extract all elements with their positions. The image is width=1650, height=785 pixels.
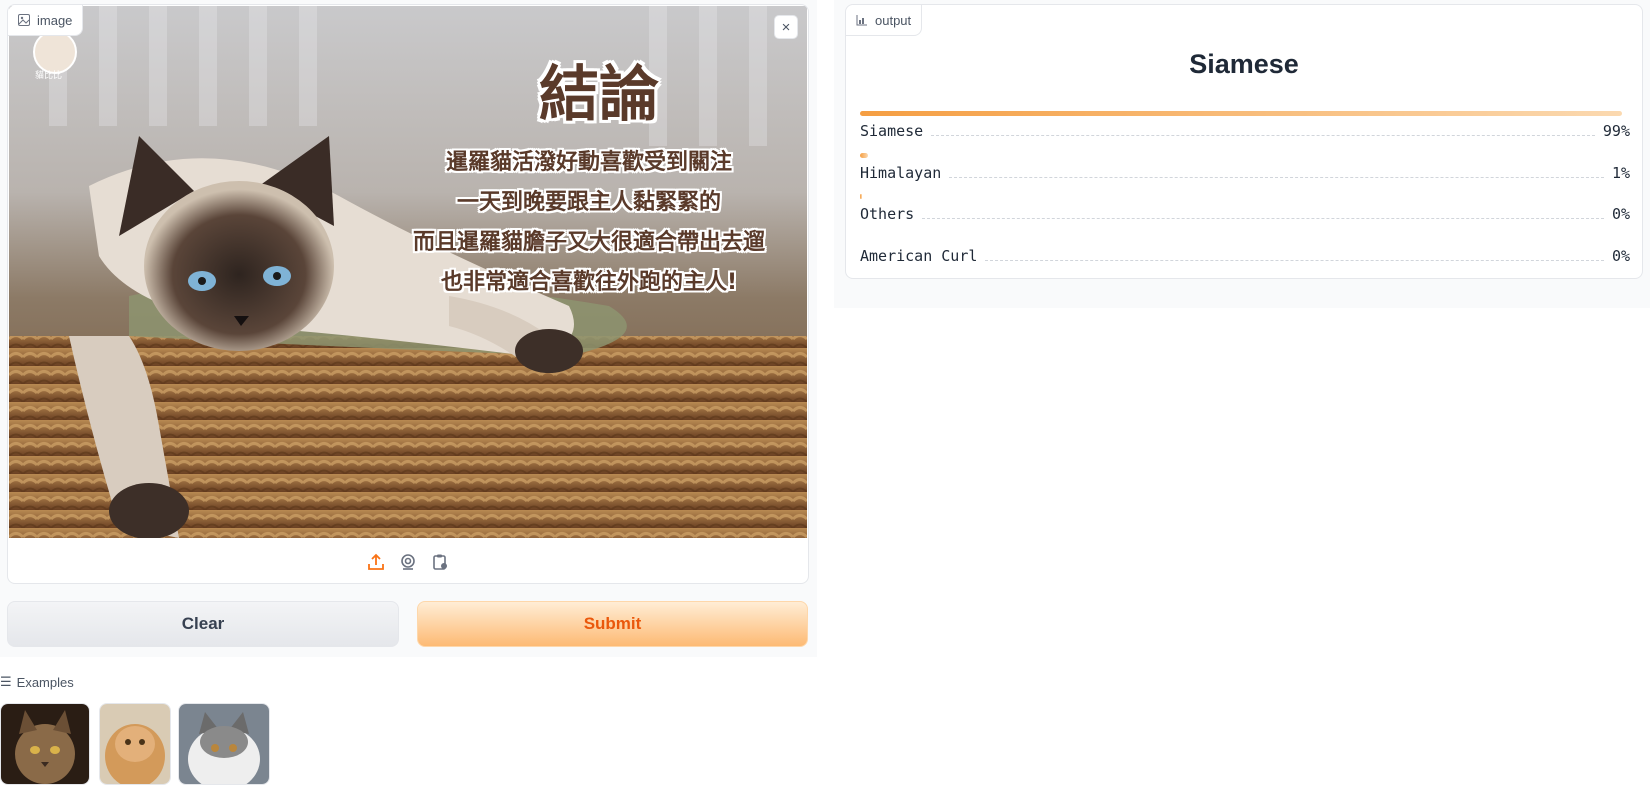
chart-icon (856, 14, 868, 26)
overlay-line: 一天到晚要跟主人黏緊緊的 (456, 190, 721, 215)
close-icon[interactable]: × (774, 15, 798, 39)
maine-coon-thumb (1, 704, 89, 784)
example-thumbnail[interactable] (0, 703, 90, 785)
overlay-line: 也非常適合喜歡往外跑的主人! (440, 270, 738, 295)
confidence-value: 1% (1611, 164, 1630, 182)
uploaded-cat-photo: 貓比比 結論 暹羅貓活潑好動喜歡受到關注 一天到晚要跟主人黏緊緊的 而且暹羅貓膽… (9, 6, 807, 538)
image-icon (18, 14, 30, 26)
clipboard-icon[interactable] (429, 551, 451, 573)
confidence-row: American Curl 0% (860, 236, 1630, 265)
example-thumbnail[interactable] (178, 703, 270, 785)
confidence-value: 99% (1602, 122, 1630, 140)
confidence-label: American Curl (860, 247, 978, 265)
output-label: output (875, 12, 912, 28)
persian-cat-thumb (100, 704, 170, 784)
confidence-label: Others (860, 205, 915, 223)
ragdoll-cat-thumb (179, 704, 269, 784)
webcam-icon[interactable] (397, 551, 419, 573)
confidence-bar (860, 153, 868, 158)
watermark-text: 貓比比 (35, 71, 63, 81)
overlay-text: 暹羅貓活潑好動喜歡受到關注 一天到晚要跟主人黏緊緊的 而且暹羅貓膽子又大很適合帶… (379, 143, 799, 303)
examples-label: Examples (16, 674, 74, 690)
source-selector (8, 541, 808, 583)
confidence-bar (860, 194, 862, 199)
confidence-value: 0% (1611, 247, 1630, 265)
confidence-row: Himalayan 1% (860, 153, 1630, 182)
image-label-tag: image (8, 5, 84, 36)
output-label-tag: output (846, 5, 923, 36)
upload-icon[interactable] (365, 551, 387, 573)
image-input-panel: image × 貓比比 結論 暹羅貓活潑好動喜歡受到關注 一天到晚要跟主人黏緊緊… (7, 4, 809, 584)
confidence-label: Siamese (860, 122, 924, 140)
overlay-line: 暹羅貓活潑好動喜歡受到關注 (445, 150, 732, 175)
clear-button[interactable]: Clear (7, 601, 399, 647)
list-icon: ☰ (0, 674, 12, 689)
image-label: image (37, 12, 73, 28)
overlay-title: 結論 (539, 60, 659, 130)
confidence-value: 0% (1611, 205, 1630, 223)
example-thumbnail[interactable] (99, 703, 171, 785)
confidence-bar (860, 111, 1623, 116)
examples-header: ☰ Examples (0, 674, 74, 690)
confidence-row: Others 0% (860, 194, 1630, 223)
submit-button[interactable]: Submit (417, 601, 808, 647)
confidence-row: Siamese 99% (860, 111, 1630, 140)
confidence-label: Himalayan (860, 164, 942, 182)
overlay-line: 而且暹羅貓膽子又大很適合帶出去遛 (412, 230, 765, 255)
output-panel: output Siamese Siamese 99% Himalayan 1% Ot… (845, 4, 1643, 279)
predicted-class: Siamese (1189, 49, 1299, 79)
